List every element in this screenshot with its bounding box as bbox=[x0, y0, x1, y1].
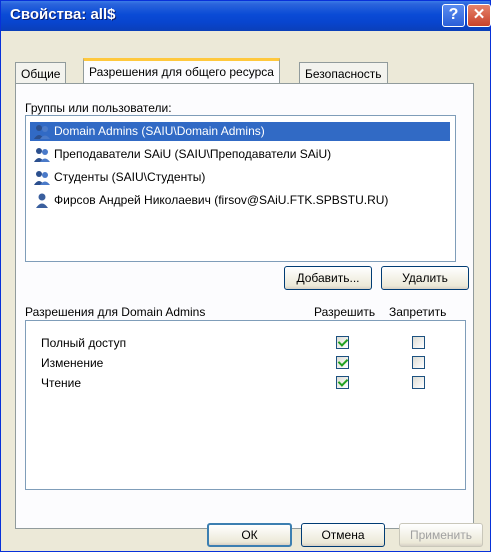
tab-security[interactable]: Безопасность bbox=[299, 62, 388, 84]
list-item[interactable]: Фирсов Андрей Николаевич (firsov@SAiU.FT… bbox=[30, 191, 450, 210]
list-item[interactable]: Преподаватели SAiU (SAIU\Преподаватели S… bbox=[30, 145, 450, 164]
allow-checkbox-change[interactable] bbox=[336, 356, 349, 369]
list-item-label: Студенты (SAIU\Студенты) bbox=[54, 170, 206, 184]
allow-checkbox-read[interactable] bbox=[336, 376, 349, 389]
user-icon bbox=[36, 193, 48, 208]
cancel-button[interactable]: Отмена bbox=[301, 523, 385, 547]
ok-button[interactable]: ОК bbox=[207, 523, 292, 547]
tab-share-permissions[interactable]: Разрешения для общего ресурса bbox=[83, 58, 280, 83]
permissions-list: Полный доступ Изменение Чтение bbox=[25, 320, 466, 490]
list-item-label: Domain Admins (SAIU\Domain Admins) bbox=[54, 124, 265, 138]
groups-label: Группы или пользователи: bbox=[25, 101, 172, 115]
window-title: Свойства: all$ bbox=[10, 6, 116, 23]
group-icon bbox=[34, 171, 50, 185]
permission-name-change: Изменение bbox=[41, 356, 104, 370]
allow-checkbox-full-control[interactable] bbox=[336, 336, 349, 349]
title-bar[interactable]: Свойства: all$ ? ✕ bbox=[1, 1, 491, 31]
remove-button[interactable]: Удалить bbox=[381, 266, 469, 290]
help-button[interactable]: ? bbox=[442, 4, 465, 27]
deny-checkbox-full-control[interactable] bbox=[412, 336, 425, 349]
group-icon bbox=[34, 125, 50, 139]
tab-general[interactable]: Общие bbox=[15, 62, 67, 84]
group-icon bbox=[34, 148, 50, 162]
list-item-label: Фирсов Андрей Николаевич (firsov@SAiU.FT… bbox=[54, 193, 389, 207]
add-button[interactable]: Добавить... bbox=[284, 266, 372, 290]
permission-name-full-control: Полный доступ bbox=[41, 336, 127, 350]
groups-list[interactable]: Domain Admins (SAIU\Domain Admins) Препо… bbox=[25, 115, 456, 262]
list-item[interactable]: Domain Admins (SAIU\Domain Admins) bbox=[30, 122, 450, 141]
list-item[interactable]: Студенты (SAIU\Студенты) bbox=[30, 168, 450, 187]
permission-name-read: Чтение bbox=[41, 376, 82, 390]
allow-column-header: Разрешить bbox=[314, 305, 376, 319]
list-item-label: Преподаватели SAiU (SAIU\Преподаватели S… bbox=[54, 147, 332, 161]
deny-checkbox-change[interactable] bbox=[412, 356, 425, 369]
deny-column-header: Запретить bbox=[389, 305, 447, 319]
close-button[interactable]: ✕ bbox=[467, 4, 491, 27]
permissions-label: Разрешения для Domain Admins bbox=[25, 305, 206, 319]
apply-button[interactable]: Применить bbox=[399, 523, 483, 547]
deny-checkbox-read[interactable] bbox=[412, 376, 425, 389]
properties-dialog: Свойства: all$ ? ✕ Общие Разрешения для … bbox=[0, 0, 491, 552]
